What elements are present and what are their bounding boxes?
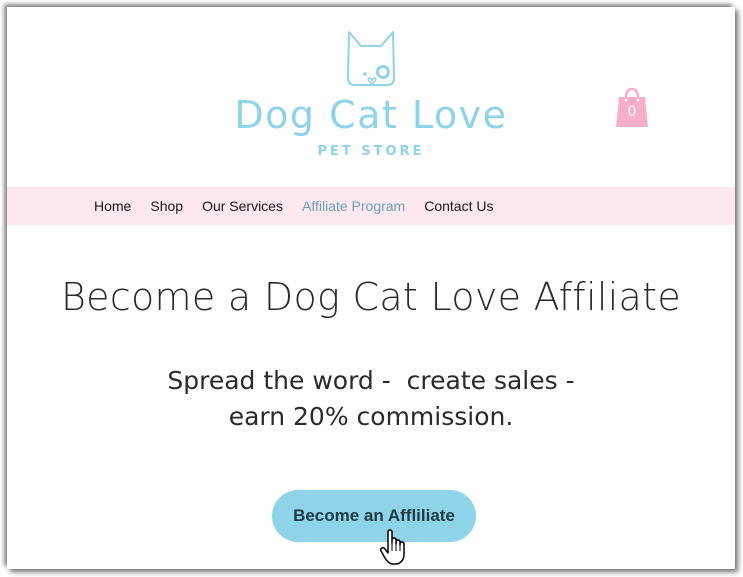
nav-item-our-services[interactable]: Our Services <box>202 198 283 214</box>
nav-item-affiliate-program[interactable]: Affiliate Program <box>302 198 405 214</box>
cart-count: 0 <box>627 104 637 120</box>
browser-viewport: Dog Cat Love PET STORE 0 Home Shop Our S… <box>7 7 735 569</box>
become-affiliate-button[interactable]: Become an Affliliate <box>272 490 476 542</box>
nav-item-contact-us[interactable]: Contact Us <box>424 198 493 214</box>
cart-button[interactable]: 0 <box>614 86 650 130</box>
main-nav: Home Shop Our Services Affiliate Program… <box>7 187 735 225</box>
subheadline-line-2: earn 20% commission. <box>228 402 514 431</box>
hand-cursor-icon <box>379 529 405 565</box>
page-title: Become a Dog Cat Love Affiliate <box>60 275 682 319</box>
nav-item-home[interactable]: Home <box>94 198 131 214</box>
brand-subtitle: PET STORE <box>317 144 425 159</box>
subheadline: Spread the word - create sales - earn 20… <box>7 363 735 435</box>
dog-cat-face-icon <box>347 31 395 86</box>
subheadline-line-1: Spread the word - create sales - <box>167 366 575 395</box>
nav-item-shop[interactable]: Shop <box>150 198 183 214</box>
